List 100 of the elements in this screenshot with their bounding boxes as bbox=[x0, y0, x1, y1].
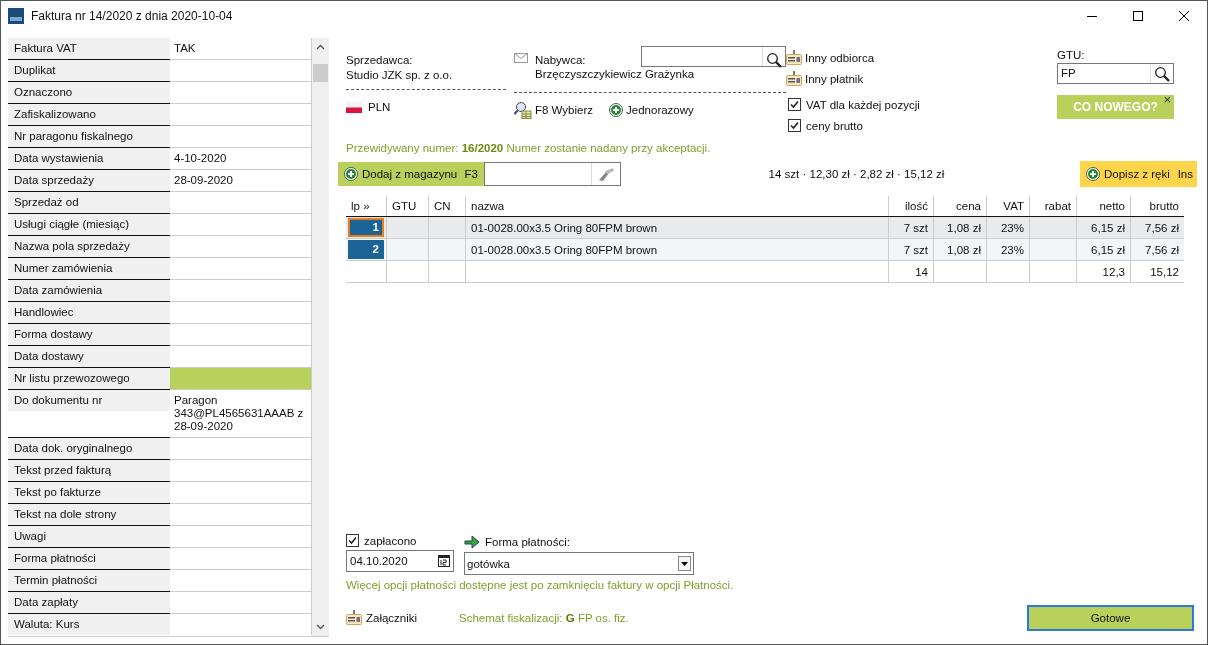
seller-name: Studio JZK sp. z o.o. bbox=[346, 68, 454, 83]
property-value[interactable]: Paragon 343@PL4565631AAAB z 28-09-2020 bbox=[170, 389, 312, 437]
property-label: Tekst po fakturze bbox=[8, 481, 170, 503]
buyer-name: Brzęczyszczykiewicz Grażynka bbox=[535, 68, 696, 82]
property-label: Forma dostawy bbox=[8, 323, 170, 345]
column-header[interactable]: rabat bbox=[1029, 196, 1077, 217]
buyer-search-field[interactable] bbox=[641, 46, 786, 67]
plus-circle-icon bbox=[344, 167, 358, 181]
property-value[interactable] bbox=[170, 81, 312, 103]
whats-new-banner[interactable]: CO NOWEGO? × bbox=[1057, 95, 1174, 119]
property-value[interactable]: 28-09-2020 bbox=[170, 169, 312, 191]
property-value[interactable] bbox=[170, 257, 312, 279]
scrollbar[interactable] bbox=[312, 38, 329, 636]
checkbox[interactable] bbox=[788, 98, 801, 111]
property-value[interactable] bbox=[170, 591, 312, 613]
property-label: Waluta: Kurs bbox=[8, 613, 170, 635]
table-cell: 14 bbox=[888, 260, 934, 283]
currency-label[interactable]: PLN bbox=[368, 101, 391, 113]
column-header[interactable]: netto bbox=[1076, 196, 1131, 217]
id-card-icon bbox=[786, 71, 802, 87]
search-icon bbox=[766, 52, 782, 68]
property-value[interactable] bbox=[170, 345, 312, 367]
property-label: Data zamówienia bbox=[8, 279, 170, 301]
property-value[interactable] bbox=[170, 235, 312, 257]
property-label: Faktura VAT bbox=[8, 38, 170, 59]
property-value[interactable] bbox=[170, 613, 312, 635]
property-value[interactable] bbox=[170, 481, 312, 503]
property-value[interactable] bbox=[170, 547, 312, 569]
arrow-icon bbox=[464, 534, 480, 549]
buyer-action-link[interactable]: F8 Wybierz bbox=[514, 101, 594, 119]
column-header[interactable]: brutto bbox=[1130, 196, 1184, 217]
attachments-link[interactable]: Załączniki bbox=[346, 610, 459, 626]
gtu-field[interactable]: FP bbox=[1057, 63, 1174, 84]
fiscal-scheme-note: Schemat fiskalizacji: G FP os. fiz. bbox=[459, 612, 630, 624]
party-link[interactable]: Inny odbiorca bbox=[786, 50, 1057, 66]
property-label: Duplikat bbox=[8, 59, 170, 81]
column-header[interactable]: cena bbox=[933, 196, 987, 217]
property-value[interactable] bbox=[170, 367, 312, 389]
scroll-up-icon bbox=[316, 44, 325, 50]
property-value[interactable] bbox=[170, 59, 312, 81]
checkbox-label: ceny brutto bbox=[806, 119, 863, 132]
column-header[interactable]: CN bbox=[428, 196, 466, 217]
property-value[interactable] bbox=[170, 279, 312, 301]
property-value[interactable] bbox=[170, 191, 312, 213]
party-link[interactable]: Inny płatnik bbox=[786, 71, 1057, 87]
column-header[interactable]: lp » bbox=[346, 196, 387, 217]
row-number[interactable]: 2 bbox=[348, 240, 384, 259]
property-label: Data dostawy bbox=[8, 345, 170, 367]
property-value[interactable] bbox=[170, 503, 312, 525]
calendar-icon bbox=[438, 555, 450, 567]
maximize-icon bbox=[1133, 11, 1143, 21]
property-label: Uwagi bbox=[8, 525, 170, 547]
search-icon bbox=[1154, 65, 1170, 82]
column-header[interactable]: nazwa bbox=[465, 196, 889, 217]
add-from-stock-button[interactable]: Dodaj z magazynu F3 bbox=[338, 162, 484, 186]
done-button[interactable]: Gotowe bbox=[1027, 605, 1194, 631]
table-cell: 15,12 bbox=[1130, 260, 1184, 283]
property-value[interactable] bbox=[170, 125, 312, 147]
property-label: Tekst na dole strony bbox=[8, 503, 170, 525]
property-value[interactable] bbox=[170, 525, 312, 547]
property-label: Data wystawienia bbox=[8, 147, 170, 169]
date-field[interactable]: 04.10.2020 bbox=[346, 550, 454, 572]
property-label: Nr listu przewozowego bbox=[8, 367, 170, 389]
id-card-icon bbox=[346, 610, 362, 626]
checkbox[interactable] bbox=[346, 534, 359, 547]
property-label: Termin płatności bbox=[8, 569, 170, 591]
property-value[interactable] bbox=[170, 459, 312, 481]
add-manual-button[interactable]: Dopisz z ręki Ins bbox=[1080, 161, 1197, 187]
property-label: Nr paragonu fiskalnego bbox=[8, 125, 170, 147]
checkbox-label: zapłacono bbox=[364, 534, 417, 547]
row-number[interactable]: 1 bbox=[348, 218, 384, 237]
column-header[interactable]: GTU bbox=[386, 196, 429, 217]
id-card-icon bbox=[786, 50, 802, 66]
property-label: Forma płatności bbox=[8, 547, 170, 569]
close-button[interactable]: × bbox=[1163, 92, 1171, 107]
property-label: Handlowiec bbox=[8, 301, 170, 323]
property-value[interactable] bbox=[170, 437, 312, 459]
property-label: Data sprzedaży bbox=[8, 169, 170, 191]
property-label: Do dokumentu nr bbox=[8, 389, 170, 411]
property-value[interactable]: 4-10-2020 bbox=[170, 147, 312, 169]
checkbox[interactable] bbox=[788, 119, 801, 132]
property-value[interactable] bbox=[170, 569, 312, 591]
scroll-thumb[interactable] bbox=[313, 64, 328, 82]
checkbox-label: VAT dla każdej pozycji bbox=[806, 98, 920, 111]
property-label: Nazwa pola sprzedaży bbox=[8, 235, 170, 257]
plus-circle-icon bbox=[609, 103, 624, 117]
property-value[interactable] bbox=[170, 301, 312, 323]
column-header[interactable]: ilość bbox=[888, 196, 934, 217]
property-label: Numer zamówienia bbox=[8, 257, 170, 279]
property-label: Usługi ciągłe (miesiąc) bbox=[8, 213, 170, 235]
property-value[interactable] bbox=[170, 103, 312, 125]
property-value[interactable] bbox=[170, 323, 312, 345]
payment-method-dropdown[interactable]: gotówka bbox=[464, 552, 694, 575]
barcode-field[interactable] bbox=[484, 162, 621, 186]
property-value[interactable] bbox=[170, 213, 312, 235]
app-icon bbox=[8, 8, 24, 24]
buyer-action-link[interactable]: Jednorazowy bbox=[609, 103, 694, 117]
table-cell: 01-0028.00x3.5 Oring 80FPM brown bbox=[465, 216, 889, 239]
envelope-icon bbox=[514, 53, 528, 63]
column-header[interactable]: VAT bbox=[986, 196, 1030, 217]
